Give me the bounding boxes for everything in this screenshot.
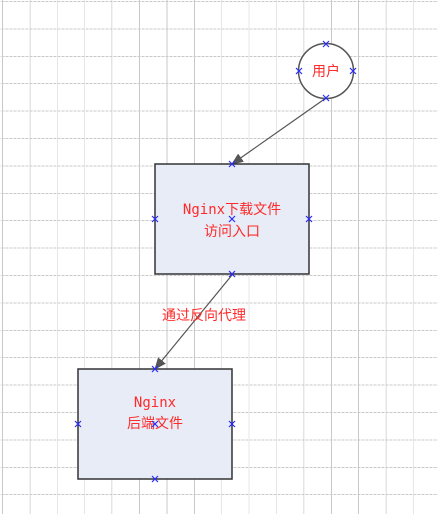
node-user-label: 用户 xyxy=(312,63,340,80)
node-user[interactable]: 用户 xyxy=(297,42,355,100)
diagram-canvas: 用户 Nginx下载文件 访问入口 Nginx 后端文件 通过反向代理 xyxy=(0,0,438,514)
node-backend-label-line1: Nginx xyxy=(134,395,176,411)
edge-user-to-entry[interactable] xyxy=(231,97,327,165)
node-entry-label-line2: 访问入口 xyxy=(204,224,260,240)
node-entry-label-line1: Nginx下载文件 xyxy=(183,202,281,218)
edge-entry-to-backend-label: 通过反向代理 xyxy=(162,308,246,324)
flow-diagram: 用户 Nginx下载文件 访问入口 Nginx 后端文件 通过反向代理 xyxy=(74,40,357,483)
